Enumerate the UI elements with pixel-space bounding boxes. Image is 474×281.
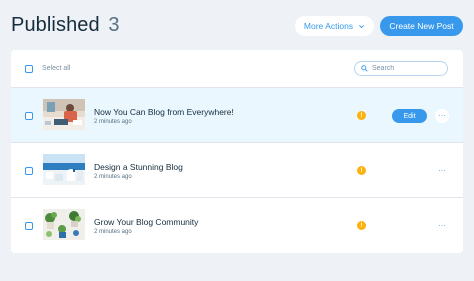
post-title[interactable]: Grow Your Blog Community: [94, 217, 198, 227]
warning-icon[interactable]: !: [357, 166, 366, 175]
warning-icon[interactable]: !: [357, 111, 366, 120]
list-toolbar: Select all: [11, 50, 463, 88]
row-checkbox[interactable]: [25, 222, 33, 230]
more-options-icon[interactable]: ···: [435, 109, 449, 123]
post-title[interactable]: Now You Can Blog from Everywhere!: [94, 107, 234, 117]
select-all-checkbox[interactable]: [25, 65, 33, 73]
post-row[interactable]: Design a Stunning Blog 2 minutes ago ! ·…: [11, 143, 463, 198]
post-timestamp: 2 minutes ago: [94, 119, 132, 125]
post-timestamp: 2 minutes ago: [94, 229, 132, 235]
plants-image: [43, 209, 85, 240]
post-row[interactable]: Grow Your Blog Community 2 minutes ago !…: [11, 198, 463, 253]
page-title-text: Published: [11, 14, 100, 36]
chevron-down-icon: [359, 24, 364, 28]
search-input[interactable]: [372, 65, 442, 72]
person-at-desk-image: [43, 99, 85, 130]
post-thumbnail: [43, 99, 85, 130]
more-options-icon[interactable]: ···: [435, 164, 449, 178]
more-actions-button[interactable]: More Actions: [295, 16, 374, 36]
post-timestamp: 2 minutes ago: [94, 174, 132, 180]
search-icon: [361, 65, 368, 72]
post-thumbnail: [43, 209, 85, 240]
create-new-post-button[interactable]: Create New Post: [380, 16, 463, 36]
edit-button[interactable]: Edit: [392, 109, 427, 123]
page-header: Published 3 More Actions Create New Post: [11, 12, 463, 42]
select-all-label: Select all: [42, 65, 71, 72]
posts-card: Select all Now You Can Blog: [11, 50, 463, 253]
row-checkbox[interactable]: [25, 112, 33, 120]
post-title[interactable]: Design a Stunning Blog: [94, 162, 183, 172]
row-checkbox[interactable]: [25, 167, 33, 175]
post-count: 3: [108, 14, 120, 36]
warning-icon[interactable]: !: [357, 221, 366, 230]
seaside-town-image: [43, 154, 85, 185]
page-title: Published 3: [11, 14, 120, 37]
more-actions-label: More Actions: [303, 21, 354, 31]
search-box[interactable]: [354, 61, 448, 76]
more-options-icon[interactable]: ···: [435, 219, 449, 233]
post-row[interactable]: Now You Can Blog from Everywhere! 2 minu…: [11, 88, 463, 143]
post-thumbnail: [43, 154, 85, 185]
